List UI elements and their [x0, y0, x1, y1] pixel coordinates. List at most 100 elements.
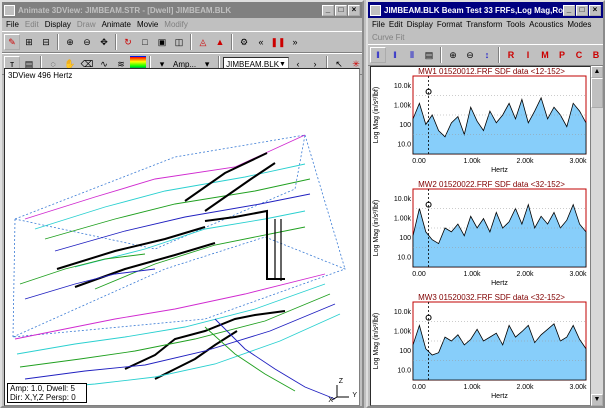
- scroll-down-button[interactable]: ▼: [591, 394, 603, 406]
- coquad-button[interactable]: C: [571, 47, 587, 63]
- zoom-in-icon[interactable]: ⊕: [445, 47, 461, 63]
- fill-shape-icon[interactable]: ▲: [212, 34, 228, 50]
- fast-forward-icon[interactable]: »: [287, 34, 303, 50]
- zoom-out-icon[interactable]: ⊖: [79, 34, 95, 50]
- minimize-button[interactable]: _: [563, 4, 575, 16]
- single-trace-icon[interactable]: ‖: [370, 47, 386, 63]
- scroll-up-button[interactable]: ▲: [591, 66, 603, 78]
- x-axis-label: Hertz: [491, 280, 508, 287]
- menu-display[interactable]: Display: [45, 20, 71, 29]
- box-icon[interactable]: □: [137, 34, 153, 50]
- move-icon[interactable]: ✥: [96, 34, 112, 50]
- phase-button[interactable]: P: [554, 47, 570, 63]
- menu-edit[interactable]: Edit: [389, 20, 403, 29]
- menu-format[interactable]: Format: [437, 20, 462, 29]
- menu-display[interactable]: Display: [407, 20, 433, 29]
- maximize-button[interactable]: □: [576, 4, 588, 16]
- menu-movie[interactable]: Movie: [137, 20, 158, 29]
- animate-icon[interactable]: ⚙: [236, 34, 252, 50]
- overlay-icon[interactable]: ▤: [421, 47, 437, 63]
- imag-button[interactable]: I: [520, 47, 536, 63]
- maximize-button[interactable]: □: [335, 4, 347, 16]
- left-toolbar-1: ✎ ⊞ ⊟ ⊕ ⊖ ✥ ↻ □ ▣ ◫ ◬ ▲ ⚙ « ❚❚ »: [2, 31, 362, 53]
- zoom-in-icon[interactable]: ⊕: [62, 34, 78, 50]
- rewind-icon[interactable]: «: [253, 34, 269, 50]
- x-tick-label: 0.00: [412, 158, 426, 165]
- menu-acoustics[interactable]: Acoustics: [529, 20, 563, 29]
- pause-icon[interactable]: ❚❚: [270, 34, 286, 50]
- x-tick-label: 3.00k: [569, 158, 587, 165]
- vertical-scale-icon[interactable]: ↕: [479, 47, 495, 63]
- status-box: Amp: 1.0, Dwell: 5 Dir: X,Y,Z Persp: 0: [7, 383, 87, 403]
- menu-file[interactable]: File: [372, 20, 385, 29]
- vertical-scrollbar[interactable]: ▲ ▼: [591, 66, 603, 406]
- app-icon[interactable]: [4, 4, 15, 16]
- rotate-icon[interactable]: ↻: [120, 34, 136, 50]
- menu-animate[interactable]: Animate: [102, 20, 131, 29]
- frf-window: JIMBEAM.BLK Beam Test 33 FRFs,Log Mag,Ro…: [366, 0, 605, 408]
- axis-label-z: Z: [338, 378, 343, 385]
- x-tick-label: 0.00: [412, 384, 426, 391]
- mag-button[interactable]: M: [537, 47, 553, 63]
- left-window-title: Animate 3DView: JIMBEAM.STR - [Dwell] JI…: [18, 5, 232, 15]
- left-titlebar[interactable]: Animate 3DView: JIMBEAM.STR - [Dwell] JI…: [2, 2, 362, 18]
- menu-modify[interactable]: Modify: [164, 20, 188, 29]
- axis-label-y: Y: [352, 392, 357, 399]
- close-button[interactable]: ×: [589, 4, 601, 16]
- right-menubar: File Edit Display Format Transform Tools…: [368, 18, 603, 31]
- y-tick-label: 10.0: [397, 367, 411, 374]
- frf-plots-area[interactable]: MW1 01520012.FRF SDF data <12-152> 10.0k 1…: [370, 66, 591, 406]
- shape-icon[interactable]: ◬: [195, 34, 211, 50]
- grid-dropdown-icon[interactable]: ⊟: [38, 34, 54, 50]
- x-tick-label: 2.00k: [516, 158, 534, 165]
- left-menubar: File Edit Display Draw Animate Movie Mod…: [2, 18, 362, 31]
- y-axis-label: Log Mag (in/s²/lbf): [373, 87, 380, 143]
- menu-transform[interactable]: Transform: [466, 20, 502, 29]
- menu-file[interactable]: File: [6, 20, 19, 29]
- double-trace-icon[interactable]: ‖: [387, 47, 403, 63]
- grid-icon[interactable]: ⊞: [21, 34, 37, 50]
- triple-trace-icon[interactable]: ⫴: [404, 47, 420, 63]
- 3d-view-canvas[interactable]: 3DView 496 Hertz Amp: 1.0, Dwell: 5 Dir:…: [4, 68, 360, 406]
- menu-edit[interactable]: Edit: [25, 20, 39, 29]
- x-tick-label: 3.00k: [569, 384, 587, 391]
- scroll-thumb[interactable]: [591, 78, 603, 108]
- axis-triad: [331, 385, 349, 401]
- menu-curve-fit[interactable]: Curve Fit: [372, 33, 404, 42]
- cube-icon[interactable]: ◫: [171, 34, 187, 50]
- y-tick-label: 10.0k: [394, 309, 412, 316]
- frf-plot-2[interactable]: MW2 01520022.FRF SDF data <32-152> 10.0k 1…: [371, 180, 592, 293]
- x-tick-label: 2.00k: [516, 271, 534, 278]
- x-axis-label: Hertz: [491, 393, 508, 400]
- status-dir-persp: Dir: X,Y,Z Persp: 0: [10, 393, 76, 402]
- real-button[interactable]: R: [503, 47, 519, 63]
- y-tick-label: 10.0k: [394, 83, 412, 90]
- minimize-button[interactable]: _: [322, 4, 334, 16]
- x-tick-label: 3.00k: [569, 271, 587, 278]
- plot-title: MW1 01520012.FRF SDF data <12-152>: [418, 67, 565, 76]
- frf-plot-1[interactable]: MW1 01520012.FRF SDF data <12-152> 10.0k 1…: [371, 67, 592, 180]
- beam-mode-shape: [12, 134, 347, 400]
- menu-draw[interactable]: Draw: [77, 20, 96, 29]
- y-tick-label: 10.0k: [394, 196, 412, 203]
- right-titlebar[interactable]: JIMBEAM.BLK Beam Test 33 FRFs,Log Mag,Ro…: [368, 2, 603, 18]
- close-button[interactable]: ×: [348, 4, 360, 16]
- zoom-out-icon[interactable]: ⊖: [462, 47, 478, 63]
- menu-modes[interactable]: Modes: [567, 20, 591, 29]
- pencil-icon[interactable]: ✎: [4, 34, 20, 50]
- y-axis-label: Log Mag (in/s²/lbf): [373, 313, 380, 369]
- plot-title: MW2 01520022.FRF SDF data <32-152>: [418, 180, 565, 189]
- x-tick-label: 1.00k: [463, 271, 481, 278]
- app-icon[interactable]: [370, 4, 381, 16]
- menu-tools[interactable]: Tools: [506, 20, 525, 29]
- status-amp-dwell: Amp: 1.0, Dwell: 5: [10, 384, 75, 393]
- y-tick-label: 100: [399, 122, 411, 129]
- plot-stack: MW1 01520012.FRF SDF data <12-152> 10.0k 1…: [371, 67, 590, 406]
- y-tick-label: 1.00k: [394, 102, 412, 109]
- frame-icon[interactable]: ▣: [154, 34, 170, 50]
- frf-plot-3[interactable]: MW3 01520032.FRF SDF data <32-152> 10.0k 1…: [371, 293, 592, 406]
- x-tick-label: 1.00k: [463, 384, 481, 391]
- x-tick-label: 1.00k: [463, 158, 481, 165]
- plot-title: MW3 01520032.FRF SDF data <32-152>: [418, 293, 565, 302]
- bode-button[interactable]: B: [588, 47, 603, 63]
